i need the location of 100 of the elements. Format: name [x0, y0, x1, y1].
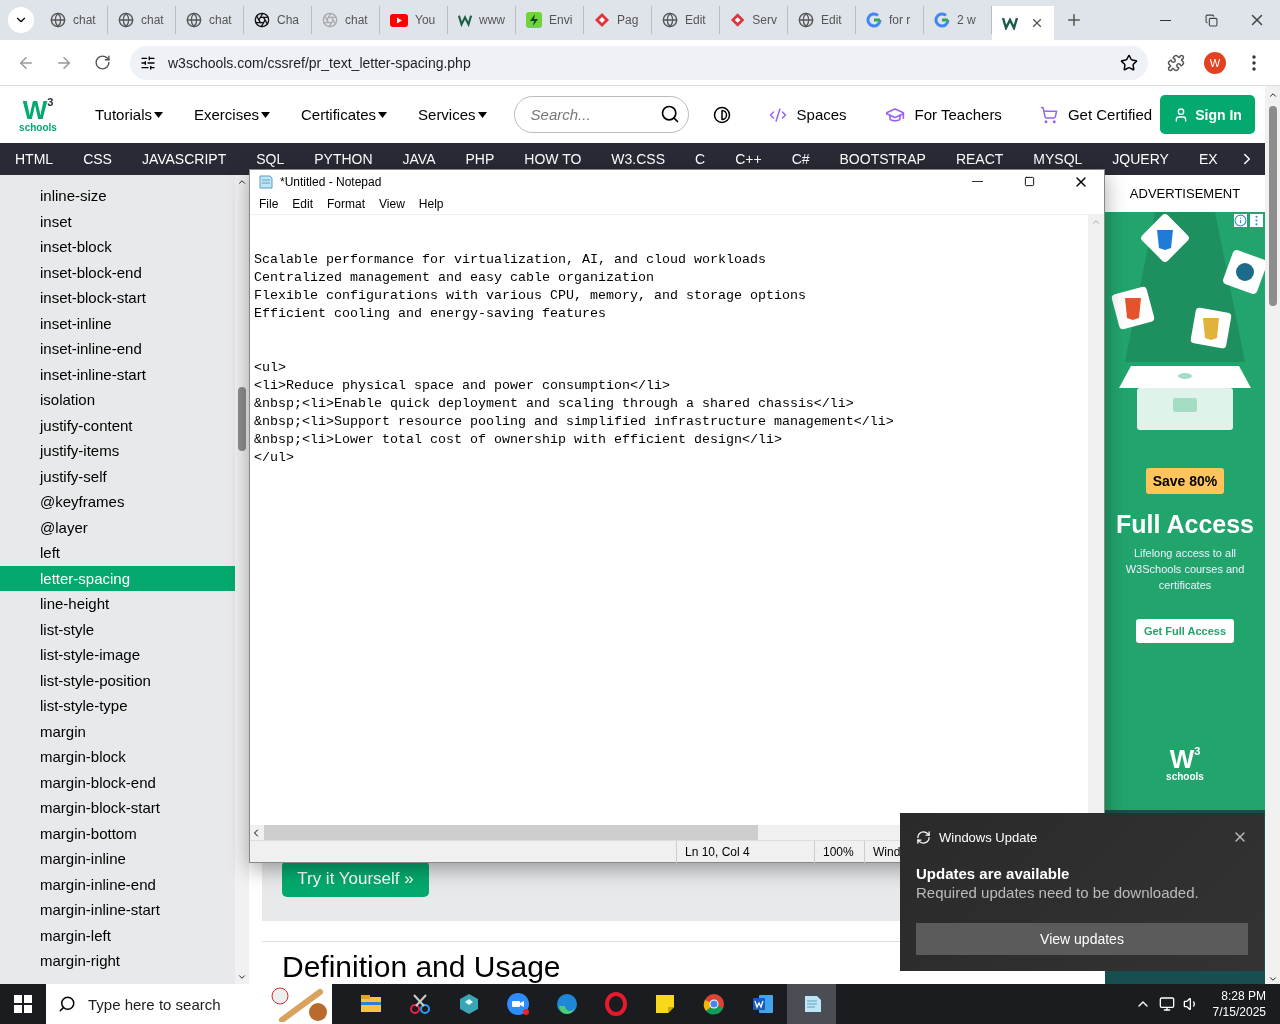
sidebar-item[interactable]: line-height — [0, 591, 235, 617]
browser-tab[interactable]: You — [380, 6, 448, 34]
scroll-down-icon[interactable] — [1267, 974, 1278, 984]
site-info-icon[interactable] — [140, 54, 156, 71]
taskbar-app[interactable] — [787, 984, 836, 1024]
header-link[interactable]: Get Certified — [1039, 105, 1153, 124]
scrollbar-thumb[interactable] — [238, 387, 246, 451]
sidebar-item[interactable]: margin-bottom — [0, 820, 235, 846]
browser-tab[interactable]: Edit — [788, 6, 856, 34]
sidebar-item[interactable]: inline-size — [0, 183, 235, 209]
view-updates-button[interactable]: View updates — [916, 923, 1248, 955]
sidebar-item[interactable]: justify-self — [0, 463, 235, 489]
topnav-link[interactable]: HOW TO — [509, 151, 597, 167]
browser-tab[interactable]: chat — [312, 6, 380, 34]
browser-tab[interactable]: Envi — [516, 6, 584, 34]
sidebar-item[interactable]: inset-block-end — [0, 259, 235, 285]
contrast-icon[interactable] — [712, 105, 731, 124]
topnav-link[interactable]: JQUERY — [1097, 151, 1184, 167]
browser-tab[interactable]: chat — [108, 6, 176, 34]
sidebar-item[interactable]: inset-inline-end — [0, 336, 235, 362]
topnav-link[interactable]: MYSQL — [1018, 151, 1098, 167]
scroll-up-icon[interactable] — [1267, 90, 1278, 100]
sidebar-item[interactable]: @keyframes — [0, 489, 235, 515]
topnav-link[interactable]: CSS — [68, 151, 127, 167]
sidebar-item[interactable]: list-style-position — [0, 667, 235, 693]
caret-icon — [477, 111, 487, 118]
nav-menu[interactable]: Services — [414, 102, 491, 127]
browser-tab[interactable]: chat — [40, 6, 108, 34]
nav-menu[interactable]: Tutorials — [91, 102, 167, 127]
nav-menu[interactable]: Certificates — [297, 102, 392, 127]
sidebar-item[interactable]: inset-block-start — [0, 285, 235, 311]
browser-tab[interactable]: for r — [856, 6, 924, 34]
minimize-icon — [1159, 19, 1171, 21]
sidebar-item[interactable]: justify-content — [0, 412, 235, 438]
scrollbar-thumb[interactable] — [264, 825, 758, 840]
sidebar-item[interactable]: left — [0, 540, 235, 566]
sidebar-item[interactable]: inset-inline — [0, 310, 235, 336]
topnav-link[interactable]: BOOTSTRAP — [824, 151, 941, 167]
sidebar-item[interactable]: margin-block-end — [0, 769, 235, 795]
sidebar-item[interactable]: margin-inline-end — [0, 871, 235, 897]
topnav-link[interactable]: HTML — [0, 151, 69, 167]
browser-tab[interactable] — [992, 6, 1054, 40]
address-bar[interactable]: w3schools.com/cssref/pr_text_letter-spacing.php — [130, 45, 1148, 80]
sidebar-item[interactable]: margin-inline — [0, 846, 235, 872]
scroll-up-icon[interactable] — [237, 177, 247, 187]
sidebar-item[interactable]: margin-left — [0, 922, 235, 948]
sidebar-item[interactable]: margin-block-start — [0, 795, 235, 821]
scrollbar-thumb[interactable] — [1268, 106, 1277, 306]
star-icon[interactable] — [1120, 53, 1138, 72]
sidebar-item[interactable]: @layer — [0, 514, 235, 540]
search-icon[interactable] — [659, 104, 680, 124]
sidebar-item[interactable]: inset — [0, 208, 235, 234]
sidebar-item[interactable]: list-style — [0, 616, 235, 642]
topnav-link[interactable]: SQL — [241, 151, 300, 167]
browser-tab[interactable]: chat — [176, 6, 244, 34]
sidebar-item[interactable]: margin-inline-start — [0, 897, 235, 923]
topnav-link[interactable]: C — [680, 151, 721, 167]
topnav-link[interactable]: W3.CSS — [596, 151, 681, 167]
nav-menu[interactable]: Exercises — [189, 102, 274, 127]
swirl-icon — [554, 992, 579, 1016]
search-field[interactable]: Search... — [513, 96, 689, 133]
topnav-link[interactable]: C# — [776, 151, 825, 167]
network-icon[interactable] — [1158, 996, 1175, 1012]
scroll-down-icon[interactable] — [237, 972, 247, 982]
browser-tab[interactable]: Edit — [652, 6, 720, 34]
menu-item[interactable]: Help — [411, 196, 451, 211]
topnav-link[interactable]: PYTHON — [299, 151, 388, 167]
topnav-link[interactable]: JAVA — [387, 151, 451, 167]
topnav-link[interactable]: C++ — [720, 151, 777, 167]
update-toast[interactable]: Windows Update Updates are available Required updates need to be downloaded. View updates — [900, 813, 1264, 971]
taskbar-search[interactable]: Type here to search — [46, 984, 332, 1024]
profile-avatar[interactable]: W — [1204, 51, 1226, 74]
tab-list-button[interactable] — [8, 7, 34, 33]
menu-item[interactable]: Format — [320, 196, 373, 211]
topnav-link[interactable]: EX — [1183, 151, 1233, 167]
header-link[interactable]: For Teachers — [884, 104, 1002, 125]
browser-tab[interactable]: www — [448, 6, 516, 34]
close-icon[interactable] — [1030, 16, 1044, 30]
sidebar-item[interactable]: inset-block — [0, 234, 235, 260]
sidebar-item[interactable]: isolation — [0, 387, 235, 413]
sidebar-item[interactable]: list-style-image — [0, 642, 235, 668]
play-icon — [390, 13, 408, 27]
browser-tab[interactable]: Pag — [584, 6, 652, 34]
topnav-link[interactable]: PHP — [450, 151, 510, 167]
header-link[interactable]: Spaces — [768, 105, 847, 124]
browser-tab[interactable]: Cha — [244, 6, 312, 34]
sidebar-item[interactable]: margin-right — [0, 948, 235, 974]
clock[interactable]: 8:28 PM 7/15/2025 — [1212, 988, 1266, 1020]
sidebar-item[interactable]: margin — [0, 718, 235, 744]
menu-item[interactable]: File — [252, 196, 286, 211]
sidebar-item[interactable]: margin-block — [0, 744, 235, 770]
sidebar-item[interactable]: inset-inline-start — [0, 361, 235, 387]
info-icon[interactable] — [1234, 214, 1247, 227]
menu-item[interactable]: Edit — [285, 196, 321, 211]
menu-item[interactable]: View — [372, 196, 412, 211]
topnav-link[interactable]: JAVASCRIPT — [126, 151, 242, 167]
browser-tab[interactable]: Serv — [720, 6, 788, 34]
sidebar-item[interactable]: list-style-type — [0, 693, 235, 719]
sidebar-item[interactable]: justify-items — [0, 438, 235, 464]
topnav-link[interactable]: REACT — [940, 151, 1019, 167]
